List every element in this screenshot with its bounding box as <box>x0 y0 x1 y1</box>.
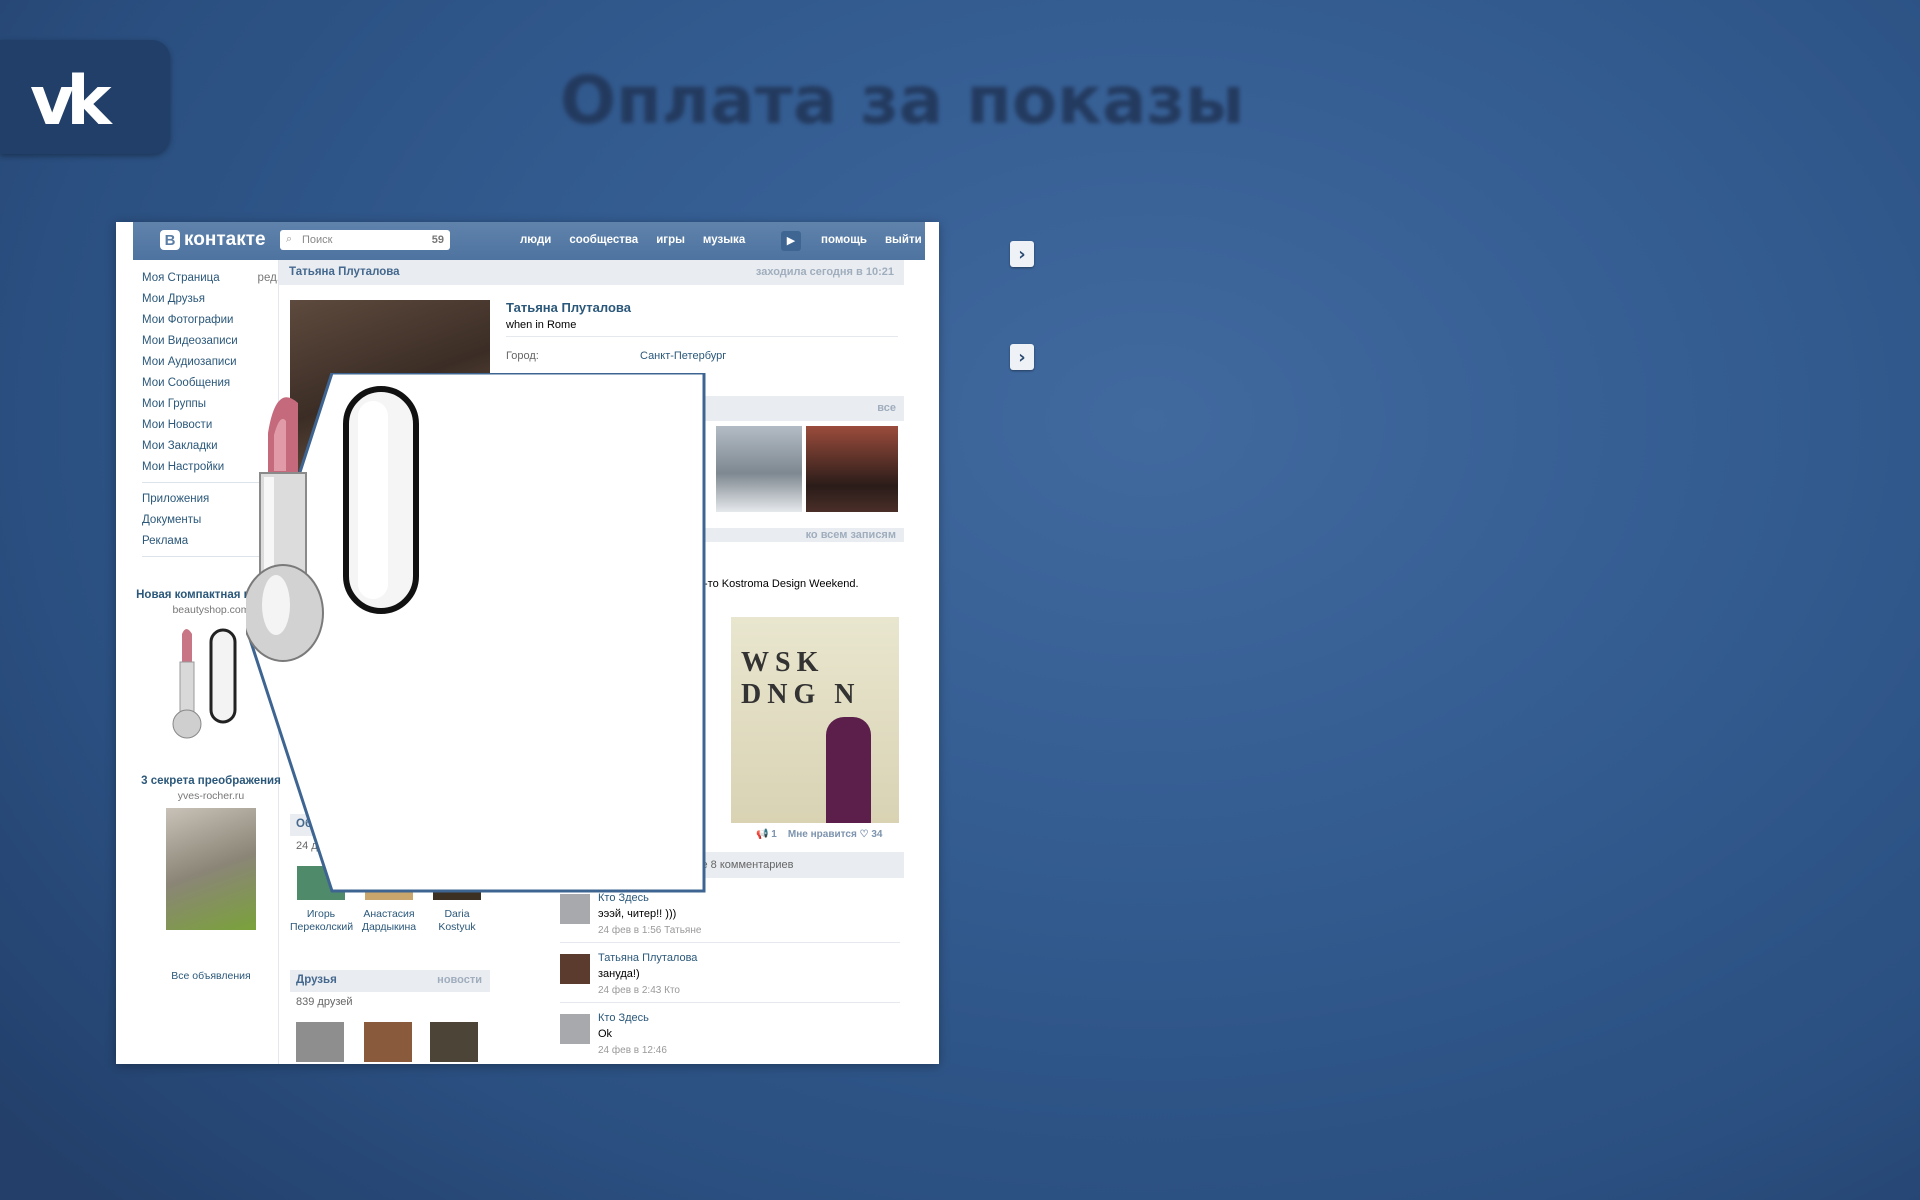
search-icon: ⌕ <box>286 233 293 245</box>
friends-news-link[interactable]: новости <box>437 974 482 986</box>
lipstick-image <box>246 386 419 662</box>
ad-cosmetics-image[interactable] <box>166 808 256 930</box>
menu-friends[interactable]: Мои Друзья <box>142 289 292 310</box>
post-likes[interactable]: 📢 1 Мне нравится ♡ 34 <box>756 829 882 840</box>
friends-bar: Друзья новости <box>290 970 490 992</box>
photos-bar: все <box>688 396 904 421</box>
profile-name: Татьяна Плуталова <box>506 300 631 315</box>
next-arrow-button[interactable]: › <box>1010 241 1034 267</box>
comment-text: зануда!) <box>598 968 640 980</box>
heart-icon: ♡ <box>859 829 869 840</box>
menu-audio[interactable]: Мои Аудиозаписи <box>142 352 292 373</box>
chevron-right-icon: › <box>1018 346 1026 368</box>
vk-header: В контакте ⌕ Поиск 59 люди сообщества иг… <box>133 222 925 260</box>
nav-games[interactable]: игры <box>656 234 685 246</box>
friend-photo[interactable] <box>430 1022 478 1062</box>
divider <box>560 1002 900 1003</box>
nav-music[interactable]: музыка <box>703 234 745 246</box>
ad-zoom-callout <box>246 373 708 893</box>
friend-photo[interactable] <box>296 1022 344 1062</box>
friend-name: Daria <box>444 908 470 920</box>
comment-text: Ok <box>598 1028 613 1040</box>
profile-status[interactable]: when in Rome <box>506 319 576 331</box>
profile-title-bar: Татьяна Плуталова заходила сегодня в 10:… <box>279 260 904 285</box>
comment-avatar[interactable] <box>560 954 590 984</box>
comment-author[interactable]: Татьяна Плуталова <box>598 952 697 964</box>
nav-communities[interactable]: сообщества <box>569 234 638 246</box>
comment-text: эээй, читер!! ))) <box>598 908 677 920</box>
menu-videos[interactable]: Мои Видеозаписи <box>142 331 292 352</box>
menu-photos[interactable]: Мои Фотографии <box>142 310 292 331</box>
share-count: 1 <box>771 829 777 840</box>
friend-name: Анастасия <box>363 908 415 920</box>
comment-date[interactable]: 24 фев в 2:43 Кто <box>598 985 680 996</box>
post-text: -то Kostroma Design Weekend. <box>704 578 859 590</box>
menu-my-page[interactable]: Моя Страница ред. <box>142 268 292 289</box>
search-count: 59 <box>431 234 444 246</box>
top-nav: люди сообщества игры музыка <box>520 234 745 246</box>
wall-all-link[interactable]: ко всем записям <box>806 529 896 541</box>
comments-bar[interactable]: се 8 комментариев <box>676 852 904 878</box>
comment-date[interactable]: 24 фев в 12:46 <box>598 1045 667 1056</box>
search-input[interactable]: ⌕ Поиск 59 <box>280 230 450 250</box>
slide-title: Оплата за показы <box>560 62 1245 139</box>
vk-logo-icon: vk <box>30 62 112 141</box>
photo-thumb-portrait[interactable] <box>806 426 898 512</box>
photo-thumb-sea[interactable] <box>716 426 802 512</box>
divider <box>506 336 898 337</box>
profile-bar-name: Татьяна Плуталова <box>289 266 400 278</box>
friends-count: 839 друзей <box>296 996 353 1008</box>
divider <box>560 942 900 943</box>
post-photo[interactable]: WSK DNG N <box>731 617 899 823</box>
menu-my-page-label: Моя Страница <box>142 272 220 284</box>
vk-logo-letter: В <box>160 230 180 250</box>
chevron-right-icon: › <box>1018 243 1026 265</box>
vk-logo-text: контакте <box>184 229 266 250</box>
next-arrow-button-2[interactable]: › <box>1010 344 1034 370</box>
city-label: Город: <box>506 350 539 362</box>
comment-date[interactable]: 24 фев в 1:56 Татьяне <box>598 925 701 936</box>
last-seen: заходила сегодня в 10:21 <box>755 266 894 278</box>
comments-link[interactable]: се 8 комментариев <box>696 859 793 871</box>
friends-label[interactable]: Друзья <box>296 974 337 986</box>
wall-bar: ко всем записям <box>688 528 904 542</box>
vk-logo-badge: vk <box>0 40 170 154</box>
comment-author[interactable]: Кто Здесь <box>598 892 649 904</box>
friend-photo[interactable] <box>364 1022 412 1062</box>
ad-lipstick-image[interactable] <box>166 622 256 744</box>
like-count: 34 <box>871 829 883 840</box>
all-ads-link[interactable]: Все объявления <box>136 970 286 982</box>
friend-name: Игорь <box>306 908 336 920</box>
nav-logout[interactable]: выйти <box>885 234 922 246</box>
post-photo-person <box>826 717 871 823</box>
friend-surname: Переколский <box>290 921 354 933</box>
play-icon[interactable]: ▶ <box>781 231 801 251</box>
comment-author[interactable]: Кто Здесь <box>598 1012 649 1024</box>
search-placeholder: Поиск <box>302 234 333 246</box>
city-value[interactable]: Санкт-Петербург <box>640 350 726 362</box>
top-nav-right: помощь выйти <box>821 234 922 246</box>
vk-site-logo[interactable]: В контакте <box>160 229 266 251</box>
nav-help[interactable]: помощь <box>821 234 867 246</box>
comment-avatar[interactable] <box>560 1014 590 1044</box>
post-photo-logo: WSK DNG N <box>741 647 861 710</box>
share-icon: 📢 <box>756 829 769 840</box>
edit-link[interactable]: ред. <box>258 268 280 289</box>
nav-people[interactable]: люди <box>520 234 551 246</box>
photos-all-link[interactable]: все <box>877 402 896 414</box>
like-label: Мне нравится <box>787 829 857 840</box>
friend-surname: Kostyuk <box>438 921 476 933</box>
comment-avatar[interactable] <box>560 894 590 924</box>
friend-surname: Дардыкина <box>361 921 417 933</box>
